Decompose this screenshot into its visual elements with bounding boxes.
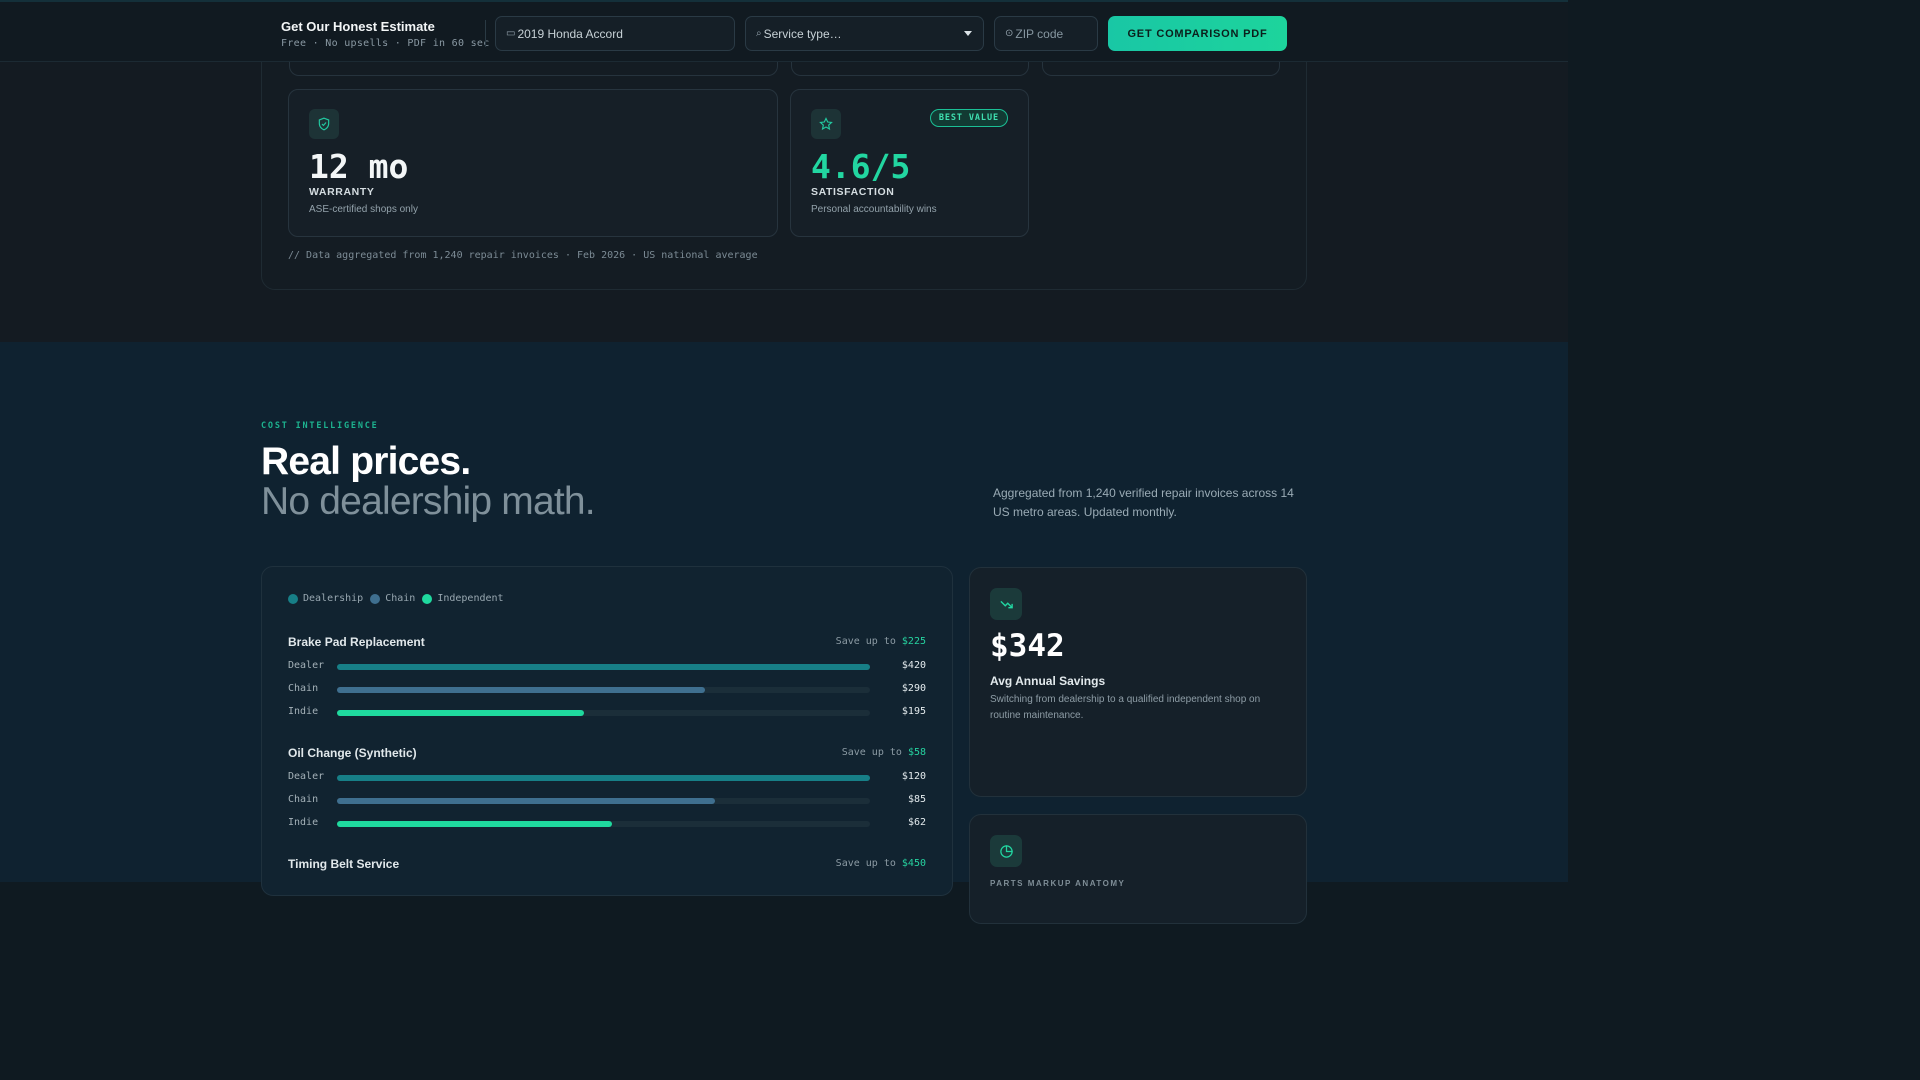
metric-desc: Personal accountability wins [811,204,937,215]
bar-label: Indie [288,706,319,717]
bar-dealer [337,664,870,670]
section-heading: Real prices. [261,440,471,483]
car-icon: ▭ [506,28,516,39]
bar-label: Chain [288,683,319,694]
metric-card-satisfaction: BEST VALUE 4.6/5 SATISFACTION Personal a… [790,89,1029,237]
estimate-bar-subtitle: Free · No upsells · PDF in 60 sec [281,38,490,49]
legend-label: Chain [385,593,416,604]
savings-amount: $450 [901,858,926,869]
bar-chain [337,798,715,804]
savings-desc: Switching from dealership to a qualified… [990,694,1261,721]
legend-item-chain: Chain [370,593,415,604]
bar-indie [337,710,584,716]
bar-value: $85 [907,794,926,805]
legend-label: Dealership [303,593,364,604]
metric-card-warranty: 12 mo WARRANTY ASE-certified shops only [288,89,778,237]
bar-label: Indie [288,817,319,828]
price-comparison-chart [261,566,953,896]
estimate-bar: Get Our Honest Estimate Free · No upsell… [0,0,1568,62]
metric-label: SATISFACTION [811,186,895,198]
savings-value: $342 [990,628,1065,664]
bar-value: $290 [901,683,926,694]
legend-label: Independent [437,593,504,604]
estimate-bar-brand: Get Our Honest Estimate Free · No upsell… [281,19,490,49]
parts-markup-card: PARTS MARKUP ANATOMY [969,814,1307,924]
bar-track [337,798,870,804]
service-name: Timing Belt Service [288,857,400,871]
bar-track [337,775,870,781]
zip-placeholder: ZIP code [1015,26,1064,41]
section-eyebrow: COST INTELLIGENCE [261,421,379,431]
savings-label: Avg Annual Savings [990,674,1106,688]
vehicle-input-value: 2019 Honda Accord [517,26,623,41]
section-subheading: No dealership math. [261,480,596,523]
bar-track [337,687,870,693]
bar-chain [337,687,705,693]
savings-card: $342 Avg Annual Savings Switching from d… [969,567,1307,797]
data-footnote: // Data aggregated from 1,240 repair inv… [288,250,758,261]
star-icon [811,109,841,139]
chart-legend: Dealership Chain Independent [288,593,511,604]
bar-label: Chain [288,794,319,805]
legend-item-dealership: Dealership [288,593,363,604]
savings-amount: $225 [901,636,926,647]
bar-value: $120 [901,771,926,782]
zip-input[interactable]: ⊙ ZIP code [994,16,1098,51]
service-savings: Save up to $225 [835,636,926,647]
metric-value: 4.6/5 [811,147,911,186]
parts-markup-label: PARTS MARKUP ANATOMY [990,879,1126,888]
chevron-down-icon [964,31,972,36]
service-type-select[interactable]: ⌕ Service type… [745,16,984,51]
legend-item-independent: Independent [422,593,504,604]
bar-track [337,821,870,827]
shield-check-icon [309,109,339,139]
get-comparison-pdf-button[interactable]: GET COMPARISON PDF [1108,16,1287,51]
metric-desc: ASE-certified shops only [309,204,418,215]
bar-track [337,664,870,670]
service-name: Oil Change (Synthetic) [288,746,417,760]
metric-label: WARRANTY [309,186,375,198]
wrench-icon: ⌕ [756,28,762,39]
estimate-bar-title: Get Our Honest Estimate [281,19,435,34]
bar-label: Dealer [288,660,325,671]
bar-value: $195 [901,706,926,717]
bar-value: $62 [907,817,926,828]
divider [485,20,486,47]
service-savings: Save up to $58 [841,747,926,758]
bar-indie [337,821,612,827]
location-pin-icon: ⊙ [1005,28,1014,39]
trending-down-icon [990,588,1022,620]
service-type-placeholder: Service type… [763,26,842,41]
bar-track [337,710,870,716]
pie-chart-icon [990,835,1022,867]
metric-value: 12 mo [309,147,409,186]
vehicle-input[interactable]: ▭ 2019 Honda Accord [495,16,735,51]
best-value-badge: BEST VALUE [929,109,1008,127]
service-name: Brake Pad Replacement [288,635,425,649]
section-intro: Aggregated from 1,240 verified repair in… [993,486,1294,519]
bar-label: Dealer [288,771,325,782]
bar-dealer [337,775,870,781]
service-savings: Save up to $450 [835,858,926,869]
savings-amount: $58 [907,747,926,758]
bar-value: $420 [901,660,926,671]
